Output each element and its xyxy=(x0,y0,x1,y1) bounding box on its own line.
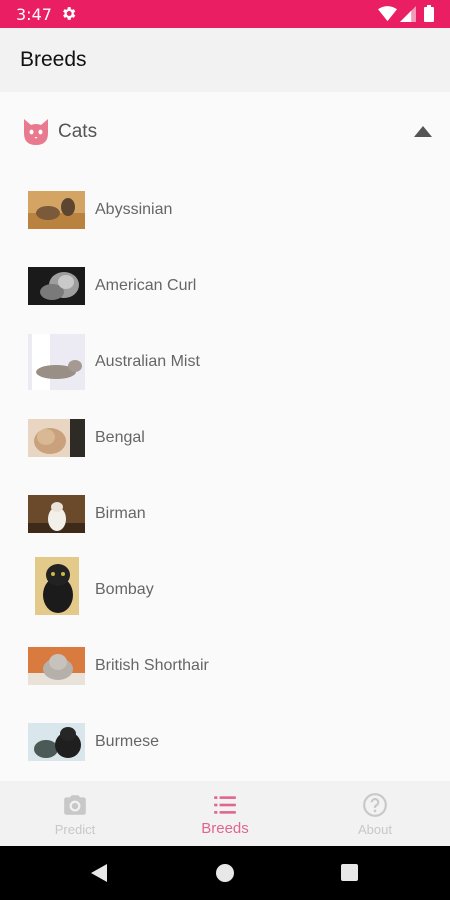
breed-list: Abyssinian American Curl Australian Mist… xyxy=(0,172,450,780)
wifi-icon xyxy=(378,6,397,22)
nav-label: About xyxy=(358,822,392,837)
chevron-up-icon[interactable] xyxy=(414,126,432,137)
nav-item-about[interactable]: About xyxy=(300,781,450,846)
breed-name: Australian Mist xyxy=(95,353,200,370)
list-item[interactable]: British Shorthair xyxy=(0,628,450,704)
cat-face-icon xyxy=(24,119,48,145)
breed-name: Bengal xyxy=(95,429,145,446)
list-item[interactable]: American Curl xyxy=(0,248,450,324)
home-icon[interactable] xyxy=(216,864,234,882)
nav-item-predict[interactable]: Predict xyxy=(0,781,150,846)
breed-thumbnail xyxy=(28,723,85,761)
list-item[interactable]: Birman xyxy=(0,476,450,552)
nav-label: Breeds xyxy=(201,820,249,837)
breed-thumbnail xyxy=(28,647,85,685)
breed-thumbnail xyxy=(28,334,85,390)
signal-icon xyxy=(400,6,416,22)
breed-name: Burmese xyxy=(95,733,160,750)
list-item[interactable]: Bengal xyxy=(0,400,450,476)
list-item[interactable]: Australian Mist xyxy=(0,324,450,400)
breed-thumbnail xyxy=(28,419,85,457)
status-time: 3:47 xyxy=(16,5,52,24)
breed-name: British Shorthair xyxy=(95,657,209,674)
status-bar: 3:47 xyxy=(0,0,450,28)
list-item[interactable]: Burmese xyxy=(0,704,450,780)
breed-thumbnail xyxy=(28,267,85,305)
gear-icon xyxy=(63,7,76,20)
nav-item-breeds[interactable]: Breeds xyxy=(150,781,300,846)
camera-icon xyxy=(64,795,86,815)
section-header-cats[interactable]: Cats xyxy=(0,100,450,164)
system-nav-bar xyxy=(0,846,450,900)
list-item[interactable]: Abyssinian xyxy=(0,172,450,248)
list-icon xyxy=(214,796,236,814)
section-title: Cats xyxy=(58,121,98,142)
recent-apps-icon[interactable] xyxy=(341,864,358,881)
breed-name: American Curl xyxy=(95,277,197,294)
breed-thumbnail xyxy=(35,557,79,615)
breed-name: Birman xyxy=(95,505,146,522)
app-bar: Breeds xyxy=(0,28,450,92)
back-icon[interactable] xyxy=(91,864,109,882)
page-title: Breeds xyxy=(20,48,87,71)
breed-thumbnail xyxy=(28,495,85,533)
bottom-nav: Predict Breeds About xyxy=(0,781,450,846)
breed-name: Abyssinian xyxy=(95,201,173,218)
breed-name: Bombay xyxy=(95,581,154,598)
breed-thumbnail xyxy=(28,191,85,229)
help-circle-icon xyxy=(363,793,387,817)
battery-icon xyxy=(424,5,434,22)
list-item[interactable]: Bombay xyxy=(0,552,450,628)
nav-label: Predict xyxy=(54,822,96,837)
